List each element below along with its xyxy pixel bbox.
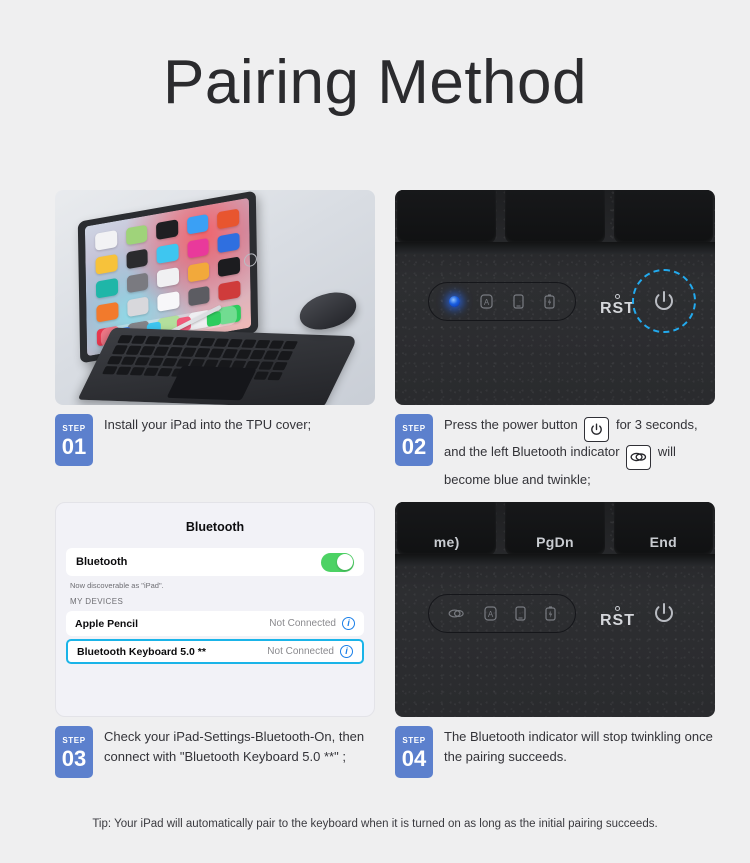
tip-line: Tip: Your iPad will automatically pair t…: [0, 818, 750, 830]
reset-pinhole: [615, 294, 620, 299]
step-cell-02: A RST STEP 02 Press the power button for…: [395, 190, 715, 489]
bluetooth-toggle-row[interactable]: Bluetooth: [66, 548, 364, 577]
photo-ipad-in-cover: [55, 190, 375, 405]
bluetooth-toggle-switch[interactable]: [321, 552, 354, 572]
step-cell-03: Bluetooth Bluetooth Now discoverable as …: [55, 502, 375, 779]
bluetooth-panel-title: Bluetooth: [185, 520, 245, 535]
discoverable-note: Now discoverable as "iPad".: [70, 581, 164, 591]
step-badge-word: STEP: [62, 735, 86, 745]
ipad-home-button: [243, 252, 258, 268]
step-badge-word: STEP: [402, 423, 426, 433]
step-badge-03: STEP 03: [55, 726, 93, 779]
mouse: [295, 286, 361, 336]
keycap-pgdn: PgDn: [505, 502, 605, 557]
device-name: Apple Pencil: [75, 617, 139, 630]
step-02-text-part1: Press the power button: [444, 417, 578, 432]
step-03-text: Check your iPad-Settings-Bluetooth-On, t…: [104, 729, 365, 764]
tablet-icon: [513, 294, 524, 309]
steps-grid: STEP 01 Install your iPad into the TPU c…: [55, 190, 715, 779]
keycap: [397, 190, 497, 244]
step-04-text: The Bluetooth indicator will stop twinkl…: [444, 729, 713, 764]
device-row-apple-pencil[interactable]: Apple Pencil Not Connected i: [66, 611, 364, 637]
step-03: STEP 03 Check your iPad-Settings-Bluetoo…: [55, 717, 375, 779]
bluetooth-link-icon: [626, 444, 652, 470]
reset-label: RST: [600, 300, 635, 317]
step-badge-number: 01: [61, 433, 87, 459]
step-cell-04: me) PgDn End A RST STEP 04 The Bluetooth…: [395, 502, 715, 779]
reset-label: RST: [600, 612, 635, 630]
keyboard-trackpad: [166, 365, 257, 401]
step-badge-word: STEP: [62, 423, 86, 433]
indicator-strip: A: [428, 594, 576, 634]
step-badge-word: STEP: [402, 735, 426, 745]
bluetooth-link-icon: [448, 607, 465, 620]
device-name: Bluetooth Keyboard 5.0 **: [77, 645, 206, 658]
step-badge-number: 03: [61, 745, 87, 771]
battery-icon: [544, 294, 555, 309]
steps-row-2: Bluetooth Bluetooth Now discoverable as …: [55, 502, 715, 779]
step-badge-number: 02: [401, 433, 427, 459]
page-title: Pairing Method: [162, 48, 588, 117]
device-status: Not Connected: [267, 646, 334, 658]
power-button-highlight-ring: [632, 269, 696, 333]
step-badge-01: STEP 01: [55, 414, 93, 466]
battery-icon: [545, 606, 556, 621]
keycap-row: [395, 190, 715, 244]
bluetooth-settings-panel: Bluetooth Bluetooth Now discoverable as …: [55, 502, 375, 718]
steps-row-1: STEP 01 Install your iPad into the TPU c…: [55, 190, 715, 489]
indicator-strip: A: [428, 282, 576, 321]
svg-text:A: A: [484, 298, 490, 307]
device-status-group: Not Connected i: [267, 645, 353, 659]
tablet-icon: [515, 606, 526, 621]
tip-prefix: Tip:: [92, 818, 112, 830]
svg-text:A: A: [488, 610, 494, 619]
device-status: Not Connected: [269, 618, 336, 630]
photo-keyboard-led-on: A RST: [395, 190, 715, 405]
step-cell-01: STEP 01 Install your iPad into the TPU c…: [55, 190, 375, 489]
step-04: STEP 04 The Bluetooth indicator will sto…: [395, 717, 715, 779]
step-02: STEP 02 Press the power button for 3 sec…: [395, 405, 715, 489]
keyboard-case: [77, 327, 359, 405]
reset-label-group: RST: [600, 606, 635, 630]
keycap-home: me): [397, 502, 497, 557]
power-icon: [584, 417, 610, 442]
bluetooth-toggle-label: Bluetooth: [76, 556, 128, 569]
device-status-group: Not Connected i: [269, 617, 355, 631]
my-devices-header: MY DEVICES: [70, 597, 124, 607]
keycap: [613, 190, 713, 244]
caps-lock-icon: A: [484, 606, 497, 621]
tip-text: Your iPad will automatically pair to the…: [114, 818, 658, 830]
reset-pinhole: [615, 606, 620, 612]
bluetooth-led-indicator: [449, 296, 460, 307]
info-circle-icon[interactable]: i: [342, 617, 355, 631]
reset-label-group: RST: [600, 294, 635, 318]
keycap-row: me) PgDn End: [395, 502, 715, 557]
step-01: STEP 01 Install your iPad into the TPU c…: [55, 405, 375, 466]
step-badge-02: STEP 02: [395, 414, 433, 466]
device-row-bluetooth-keyboard[interactable]: Bluetooth Keyboard 5.0 ** Not Connected …: [66, 639, 364, 665]
info-circle-icon[interactable]: i: [340, 645, 353, 659]
step-badge-04: STEP 04: [395, 726, 433, 779]
keycap: [505, 190, 605, 244]
photo-keyboard-led-off: me) PgDn End A RST: [395, 502, 715, 718]
step-badge-number: 04: [401, 745, 427, 771]
keycap-end: End: [613, 502, 713, 557]
keyboard-lip: [395, 242, 715, 254]
step-02-text: Press the power button for 3 seconds, an…: [444, 414, 715, 489]
step-01-text: Install your iPad into the TPU cover;: [104, 417, 312, 432]
caps-lock-icon: A: [480, 294, 493, 309]
power-button[interactable]: [645, 594, 683, 632]
keyboard-lip: [395, 554, 715, 567]
